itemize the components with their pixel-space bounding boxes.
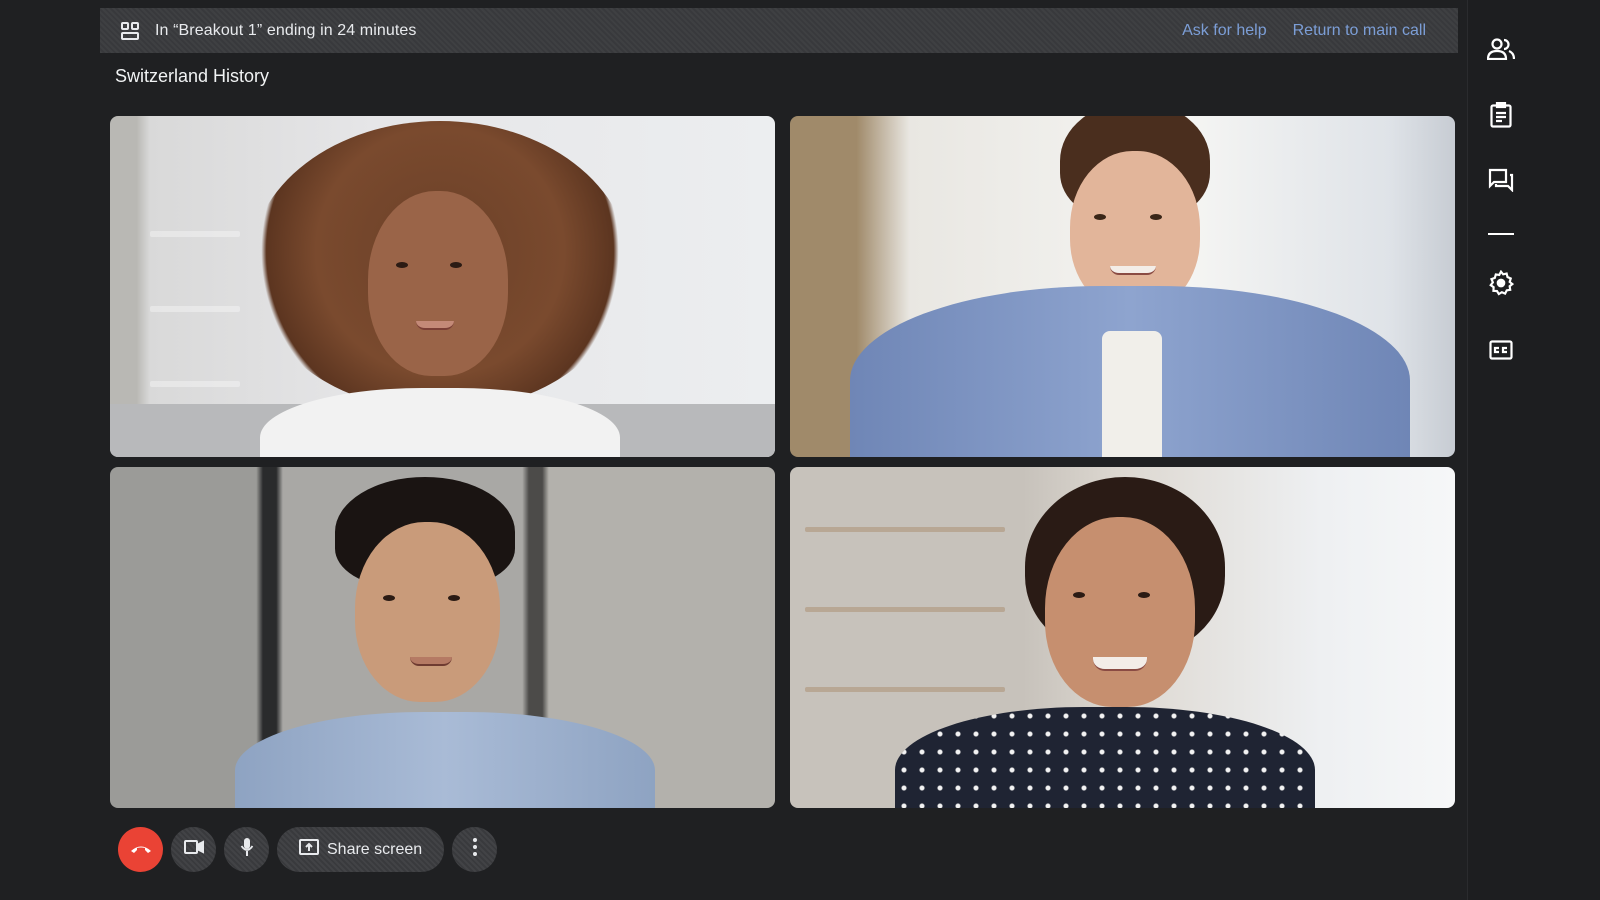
people-button[interactable] [1485,35,1517,67]
video-tile-participant-3[interactable] [110,467,775,808]
share-screen-label: Share screen [327,840,423,858]
end-call-icon [130,841,152,859]
settings-button[interactable] [1485,269,1517,301]
video-feed [110,467,775,808]
video-tile-participant-2[interactable] [790,116,1455,457]
captions-button[interactable] [1485,336,1517,368]
more-options-icon [472,838,477,861]
call-controls: Share screen [118,827,498,872]
settings-icon [1488,269,1515,301]
activities-clipboard-icon [1490,101,1512,133]
end-call-button[interactable] [118,827,163,872]
present-screen-icon [299,839,319,860]
camera-icon [183,840,204,859]
people-icon [1486,37,1516,65]
video-tile-participant-4[interactable] [790,467,1455,808]
meeting-stage: In “Breakout 1” ending in 24 minutes Ask… [0,0,1467,900]
ask-for-help-link[interactable]: Ask for help [1182,22,1266,40]
more-options-button[interactable] [452,827,498,872]
captions-icon [1489,339,1513,365]
camera-button[interactable] [171,827,216,872]
microphone-icon [240,837,254,862]
video-grid [110,116,1455,809]
chat-button[interactable] [1485,166,1517,198]
share-screen-button[interactable]: Share screen [277,827,445,872]
rail-divider [1485,218,1517,250]
breakout-banner: In “Breakout 1” ending in 24 minutes Ask… [100,8,1458,53]
activities-button[interactable] [1485,101,1517,133]
microphone-button[interactable] [224,827,269,872]
video-feed [110,116,775,457]
return-to-main-call-link[interactable]: Return to main call [1293,22,1426,40]
breakout-rooms-icon [119,20,141,42]
video-feed [790,116,1455,457]
video-tile-participant-1[interactable] [110,116,775,457]
video-feed [790,467,1455,808]
chat-icon [1488,168,1514,197]
breakout-status-text: In “Breakout 1” ending in 24 minutes [155,21,417,39]
side-rail [1467,0,1600,900]
meeting-title: Switzerland History [115,66,270,86]
